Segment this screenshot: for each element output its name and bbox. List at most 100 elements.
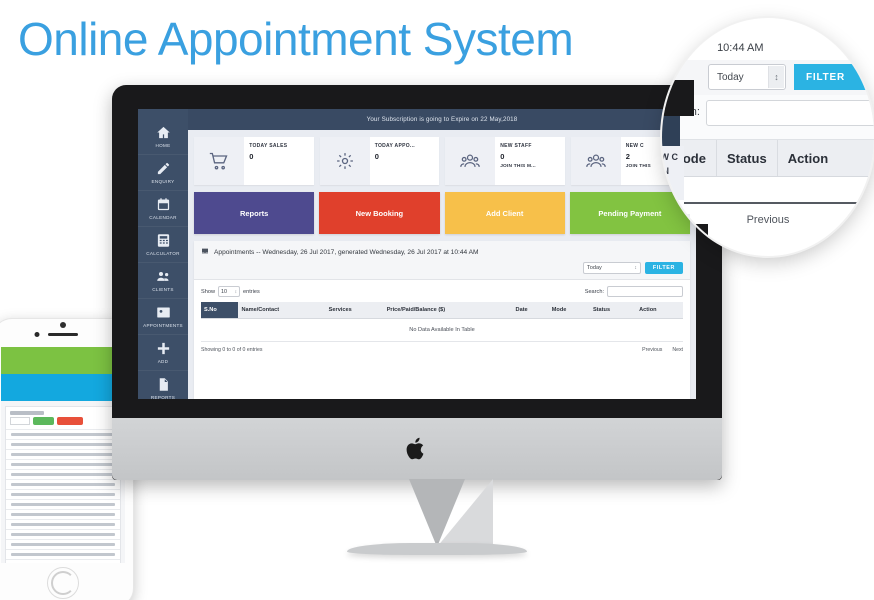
list-item (6, 459, 120, 469)
stat-card-today-appointments[interactable]: TODAY APPO... 0 (319, 137, 439, 185)
sidebar-item-calculator[interactable]: CALCULATOR (138, 227, 188, 263)
appointments-panel: Appointments -- Wednesday, 26 Jul 2017, … (194, 241, 690, 399)
list-item (6, 449, 120, 459)
users-icon (571, 137, 621, 185)
stat-card-new-staff[interactable]: NEW STAFF 0 JOIN THIS M... (445, 137, 565, 185)
previous-page-link[interactable]: Previous (642, 347, 662, 353)
monitor-screen: HOME ENQUIRY CALENDAR CALCULATOR CLIENTS… (138, 109, 696, 399)
search-label: Search: (584, 288, 604, 295)
phone-camera-icon (60, 322, 66, 328)
magnified-period-value: Today (717, 71, 744, 83)
phone-home-button[interactable] (47, 567, 79, 599)
entries-info: Showing 0 to 0 of 0 entries (201, 347, 263, 353)
sidebar-item-label: CLIENTS (152, 287, 174, 292)
magnified-clipped-card-sub: JOIN THIS (662, 166, 670, 190)
column-header-status[interactable]: Status (589, 302, 637, 319)
filter-button[interactable]: FILTER (644, 262, 683, 274)
sidebar-item-add[interactable]: ADD (138, 335, 188, 371)
report-file-icon (156, 377, 171, 392)
magnified-period-select[interactable]: Today ↕ (708, 64, 786, 90)
sidebar-item-label: CALCULATOR (146, 251, 180, 256)
sidebar-item-home[interactable]: HOME (138, 119, 188, 155)
magnified-column-action[interactable]: Action (778, 140, 838, 176)
pagination: Previous Next (642, 347, 683, 353)
magnified-clipped-card: NEW C JOIN THIS (662, 146, 684, 200)
magnified-filter-button[interactable]: FILTER (794, 64, 874, 90)
search-input[interactable] (607, 286, 683, 297)
column-header-sno[interactable]: S.No (201, 302, 239, 319)
users-icon (445, 137, 495, 185)
table-controls: Show 10 ↕ entries Search: (201, 286, 683, 297)
phone-card-header (6, 407, 120, 417)
reports-button[interactable]: Reports (194, 192, 315, 234)
phone-green-button[interactable] (1, 347, 125, 374)
plus-icon (156, 341, 171, 356)
list-item (6, 539, 120, 549)
magnifier-content: 10:44 AM Today ↕ FILTER Search: Mode Sta… (662, 18, 874, 256)
list-item (6, 429, 120, 439)
list-item (6, 519, 120, 529)
stat-card-value: 0 (500, 152, 505, 161)
column-header-name-contact[interactable]: Name/Contact (238, 302, 326, 319)
next-page-link[interactable]: Next (672, 347, 683, 353)
phone-danger-button[interactable] (57, 417, 83, 425)
period-select-value: Today (586, 265, 602, 271)
phone-sensor (34, 332, 40, 337)
phone-select[interactable] (10, 417, 30, 425)
pencil-icon (156, 161, 171, 176)
magnified-clipped-card-title: NEW C (662, 152, 678, 162)
magnified-bezel-edge (662, 80, 694, 116)
sidebar-item-reports[interactable]: REPORTS (138, 371, 188, 399)
calendar-icon (156, 197, 171, 212)
stat-card-today-sales[interactable]: TODAY SALES 0 (194, 137, 314, 185)
stat-card-body: TODAY SALES 0 (244, 137, 314, 185)
main-area: Your Subscription is going to Expire on … (188, 109, 696, 399)
sidebar: HOME ENQUIRY CALENDAR CALCULATOR CLIENTS… (138, 109, 188, 399)
panel-filter-row: Today ↕ FILTER (201, 262, 683, 274)
sidebar-item-label: ADD (157, 359, 169, 364)
users-icon (156, 269, 171, 284)
phone-screen (1, 347, 125, 563)
stat-card-value: 0 (249, 152, 254, 161)
stat-card-body: TODAY APPO... 0 (369, 137, 439, 185)
phone-primary-button[interactable] (33, 417, 54, 425)
list-item (6, 489, 120, 499)
magnified-column-status[interactable]: Status (717, 140, 778, 176)
phone-speaker (48, 333, 78, 336)
sidebar-item-clients[interactable]: CLIENTS (138, 263, 188, 299)
magnified-search-input[interactable] (706, 100, 874, 126)
sidebar-item-calendar[interactable]: CALENDAR (138, 191, 188, 227)
sidebar-item-label: APPOINTMENTS (143, 323, 183, 328)
magnified-sidebar-edge (662, 116, 680, 146)
magnified-table-header: Mode Status Action (662, 139, 874, 177)
table-row: No Data Available In Table (201, 318, 683, 342)
add-client-button[interactable]: Add Client (444, 192, 565, 234)
list-item (6, 549, 120, 559)
list-item (6, 529, 120, 539)
monitor-stand-highlight (381, 479, 493, 547)
entries-label: entries (243, 288, 260, 295)
empty-state-text: No Data Available In Table (201, 318, 683, 342)
column-header-mode[interactable]: Mode (548, 302, 590, 319)
quick-actions: Reports New Booking Add Client Pending P… (194, 192, 690, 234)
period-select[interactable]: Today ↕ (582, 262, 641, 274)
entries-value: 10 (221, 288, 227, 295)
search-control: Search: (585, 286, 683, 297)
magnified-clipped-action-button[interactable]: yment (662, 230, 686, 256)
column-header-price[interactable]: Price/Paid/Balance ($) (383, 302, 513, 319)
stat-card-value: 0 (374, 152, 379, 161)
id-card-icon (156, 305, 171, 320)
new-booking-button[interactable]: New Booking (319, 192, 440, 234)
sidebar-item-enquiry[interactable]: ENQUIRY (138, 155, 188, 191)
column-header-date[interactable]: Date (512, 302, 549, 319)
dashboard: HOME ENQUIRY CALENDAR CALCULATOR CLIENTS… (138, 109, 696, 399)
stat-cards: TODAY SALES 0 TODAY APPO... 0 NEW STAFF … (194, 137, 690, 185)
phone-blue-button[interactable] (1, 374, 125, 401)
entries-select[interactable]: 10 ↕ (218, 286, 240, 297)
stat-card-title: TODAY APPO... (374, 143, 415, 149)
column-header-action[interactable]: Action (636, 302, 683, 319)
column-header-services[interactable]: Services (325, 302, 384, 319)
sidebar-item-appointments[interactable]: APPOINTMENTS (138, 299, 188, 335)
stat-card-body: NEW STAFF 0 JOIN THIS M... (495, 137, 565, 185)
chevron-updown-icon: ↕ (234, 289, 237, 294)
